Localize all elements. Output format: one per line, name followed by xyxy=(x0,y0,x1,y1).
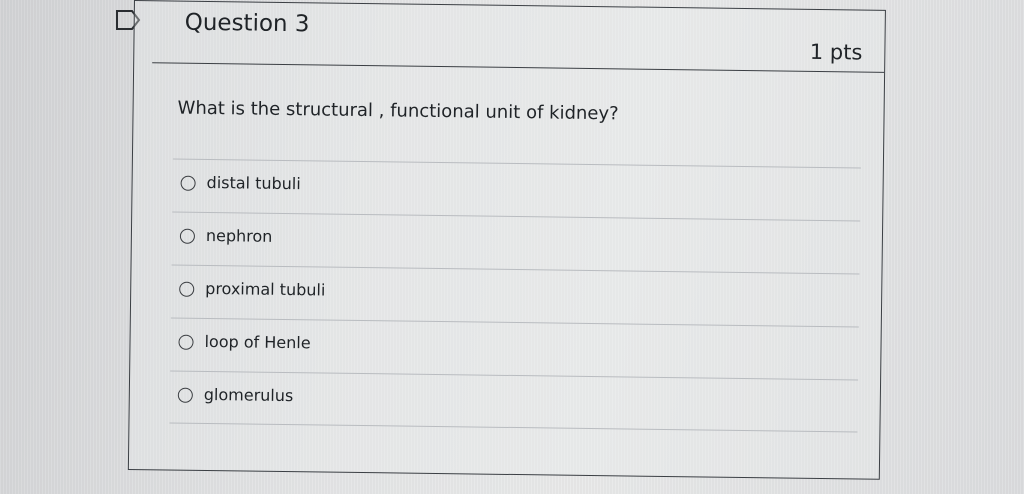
question-header: Question 3 1 pts xyxy=(152,1,885,73)
radio-button[interactable] xyxy=(177,387,193,403)
answer-label[interactable]: loop of Henle xyxy=(204,332,310,352)
answer-label[interactable]: proximal tubuli xyxy=(205,279,325,300)
answer-label[interactable]: distal tubuli xyxy=(206,173,300,193)
question-points: 1 pts xyxy=(809,39,863,65)
answer-option-glomerulus[interactable]: glomerulus xyxy=(169,370,859,433)
radio-button[interactable] xyxy=(178,334,194,350)
answer-option-loop-of-henle[interactable]: loop of Henle xyxy=(170,317,859,380)
question-card: Question 3 1 pts What is the structural … xyxy=(127,0,886,480)
answer-option-nephron[interactable]: nephron xyxy=(171,211,861,274)
answer-label[interactable]: nephron xyxy=(206,226,273,246)
answer-option-distal-tubuli[interactable]: distal tubuli xyxy=(172,158,861,221)
radio-button[interactable] xyxy=(179,281,195,297)
radio-button[interactable] xyxy=(180,175,196,191)
question-title: Question 3 xyxy=(184,9,310,38)
answer-list: distal tubuli nephron proximal tubuli lo… xyxy=(169,158,861,433)
answer-option-proximal-tubuli[interactable]: proximal tubuli xyxy=(170,264,860,327)
answer-label[interactable]: glomerulus xyxy=(204,385,294,405)
radio-button[interactable] xyxy=(179,228,196,244)
question-text: What is the structural , functional unit… xyxy=(177,97,619,125)
